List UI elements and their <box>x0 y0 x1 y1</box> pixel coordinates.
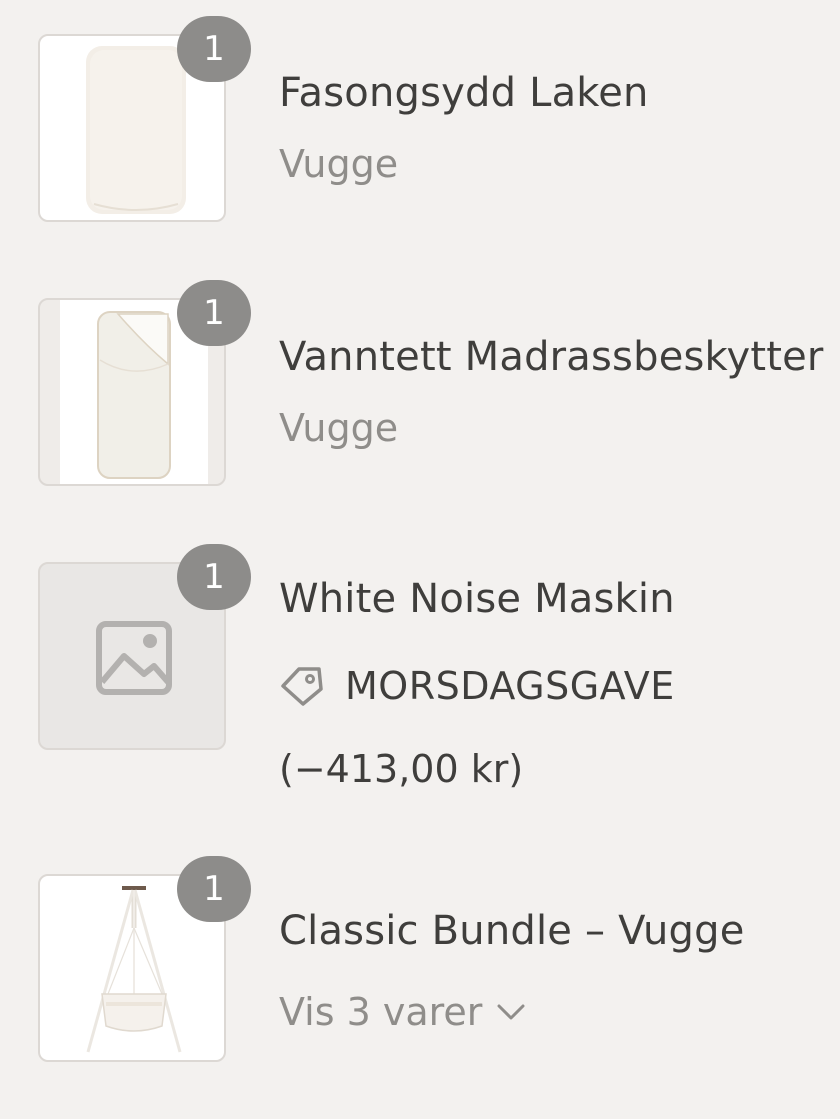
show-items-label: Vis 3 varer <box>279 990 483 1034</box>
quantity-badge: 1 <box>177 544 251 610</box>
item-variant: Vugge <box>279 406 399 450</box>
item-title: Classic Bundle – Vugge <box>279 908 745 954</box>
item-title: White Noise Maskin <box>279 576 675 622</box>
item-title: Vanntett Madrassbeskytter <box>279 334 824 380</box>
item-title: Fasongsydd Laken <box>279 70 649 116</box>
tag-icon <box>281 667 323 706</box>
discount-code: MORSDAGSGAVE <box>345 664 675 708</box>
quantity-badge: 1 <box>177 280 251 346</box>
discount-row: MORSDAGSGAVE <box>279 662 675 710</box>
quantity-badge: 1 <box>177 16 251 82</box>
quantity-badge: 1 <box>177 856 251 922</box>
chevron-down-icon <box>497 1004 525 1020</box>
item-variant: Vugge <box>279 142 399 186</box>
discount-amount: (−413,00 kr) <box>279 747 524 791</box>
show-items-toggle[interactable]: Vis 3 varer <box>279 990 526 1034</box>
